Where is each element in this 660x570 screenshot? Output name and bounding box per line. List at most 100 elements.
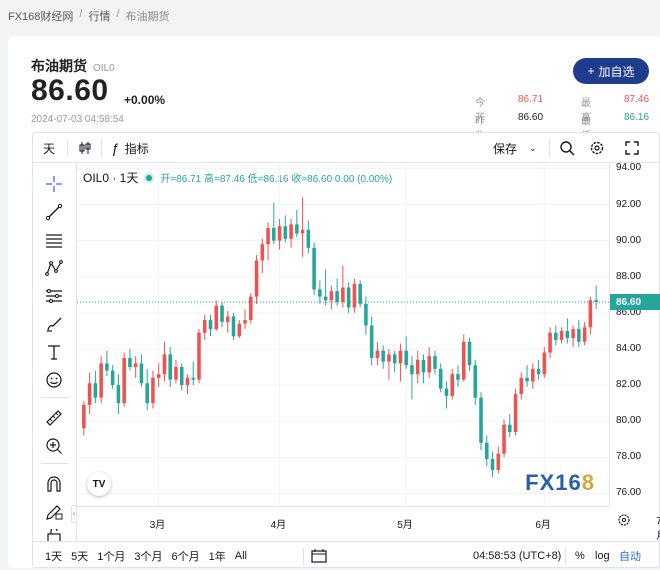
pattern-tool[interactable]	[43, 257, 65, 279]
candle	[312, 242, 316, 295]
candle	[341, 265, 345, 308]
crosshair-icon	[46, 176, 62, 192]
candle-body	[220, 305, 224, 322]
ruler-icon	[46, 410, 62, 426]
time-axis[interactable]: 3月 4月 5月 6月 7月	[77, 506, 660, 542]
breadcrumb-separator: /	[79, 8, 83, 20]
breadcrumb-market[interactable]: 行情	[88, 8, 110, 24]
candle-body	[479, 397, 483, 443]
candle	[156, 363, 161, 387]
candle	[237, 320, 242, 339]
crosshair-tool[interactable]	[43, 173, 65, 195]
candle	[427, 347, 431, 378]
breadcrumb-home[interactable]: FX168财经网	[8, 8, 73, 24]
brush-tool[interactable]	[43, 313, 65, 335]
candle	[295, 209, 299, 238]
save-label: 保存	[493, 141, 518, 156]
candle	[116, 374, 121, 414]
settings-button[interactable]	[589, 133, 605, 163]
candle-body	[162, 354, 167, 375]
candle-body	[559, 330, 564, 340]
ruler-tool[interactable]	[43, 407, 65, 429]
candle-body	[260, 244, 265, 261]
emoji-tool[interactable]	[43, 369, 65, 391]
date-range-button[interactable]	[311, 542, 327, 570]
candle	[450, 368, 455, 400]
quote-timestamp: 2024-07-03 04:58:54	[31, 114, 124, 125]
last-price: 86.60	[31, 74, 109, 107]
fx168-watermark: FX168	[525, 470, 595, 496]
price-axis[interactable]: 94.00 92.00 90.00 88.00 86.00 84.00 82.00 80.00…	[609, 162, 660, 506]
candle-body	[82, 404, 86, 429]
candle	[133, 356, 138, 378]
candle-body	[156, 374, 161, 378]
range-3[interactable]: 3个月	[134, 548, 162, 564]
chart-widget: 天 ƒ 指标 保存 ⌄ ‹ OIL0 · 1天 开=86.71 高=87.46 …	[32, 132, 660, 568]
candle-body	[295, 224, 299, 234]
interval-label: 天	[43, 141, 56, 156]
candle	[571, 325, 575, 348]
gear-icon	[618, 514, 630, 526]
candle-body	[531, 368, 535, 382]
y-tick-label: 82.00	[616, 379, 642, 391]
fib-tool[interactable]	[43, 229, 65, 251]
lock-drawings-tool[interactable]	[43, 501, 65, 523]
candle-body	[133, 363, 138, 367]
magnet-tool[interactable]	[43, 473, 65, 495]
trendline-tool[interactable]	[43, 201, 65, 223]
candle	[306, 220, 311, 254]
timezone-clock[interactable]: 04:58:53 (UTC+8)	[473, 542, 561, 570]
clock-label: 04:58:53 (UTC+8)	[473, 550, 562, 562]
zoom-in-icon	[46, 438, 62, 454]
candle-body	[266, 227, 270, 245]
axis-settings-button[interactable]	[617, 513, 631, 532]
watermark-text: FX16	[525, 470, 582, 495]
candle-body	[93, 383, 98, 398]
range-0[interactable]: 1天	[45, 548, 62, 564]
range-5[interactable]: 1年	[209, 548, 226, 564]
range-4[interactable]: 6个月	[172, 548, 200, 564]
chart-type-button[interactable]	[77, 133, 93, 163]
x-tick-label: 4月	[270, 520, 287, 531]
calendar-icon	[311, 549, 327, 563]
candle-body	[548, 332, 552, 353]
candle	[508, 413, 512, 438]
text-tool[interactable]	[43, 341, 65, 363]
candle	[300, 197, 305, 257]
price-plot[interactable]: OIL0 · 1天 开=86.71 高=87.46 低=86.16 收=86.6…	[77, 163, 609, 506]
candle	[220, 302, 224, 328]
lock-tool[interactable]	[43, 529, 65, 541]
interval-button[interactable]: 天	[43, 133, 55, 163]
candle	[225, 311, 230, 333]
log-scale-toggle[interactable]: log	[595, 542, 610, 570]
page-title: 布油期货	[31, 58, 87, 74]
candle-body	[358, 283, 362, 304]
candle	[174, 359, 178, 384]
range-6[interactable]: All	[235, 550, 247, 562]
range-selector: 1天 5天 1个月 3个月 6个月 1年 All	[45, 542, 247, 570]
candle	[168, 347, 172, 387]
candle	[93, 370, 98, 404]
add-watchlist-button[interactable]: + 加自选	[573, 58, 649, 84]
candle-body	[139, 363, 144, 384]
tradingview-logo[interactable]: TV	[87, 472, 111, 496]
fullscreen-button[interactable]	[625, 133, 639, 163]
candle-body	[243, 320, 247, 324]
range-2[interactable]: 1个月	[97, 548, 125, 564]
last-price-tag: 86.60	[610, 294, 660, 310]
auto-scale-toggle[interactable]: 自动	[619, 542, 641, 570]
y-tick-label: 80.00	[616, 415, 642, 427]
text-icon	[48, 345, 60, 360]
indicators-button[interactable]: ƒ 指标	[111, 133, 149, 163]
candle-body	[300, 229, 305, 234]
zoom-in-tool[interactable]	[43, 435, 65, 457]
forecast-tool[interactable]	[43, 285, 65, 307]
range-1[interactable]: 5天	[71, 548, 88, 564]
candle	[122, 352, 126, 407]
candle-body	[151, 377, 155, 404]
candle	[323, 269, 328, 306]
quick-search-button[interactable]	[559, 133, 575, 163]
save-button[interactable]: 保存 ⌄	[493, 133, 537, 163]
percent-scale-toggle[interactable]: %	[575, 542, 585, 570]
candle	[565, 318, 570, 344]
